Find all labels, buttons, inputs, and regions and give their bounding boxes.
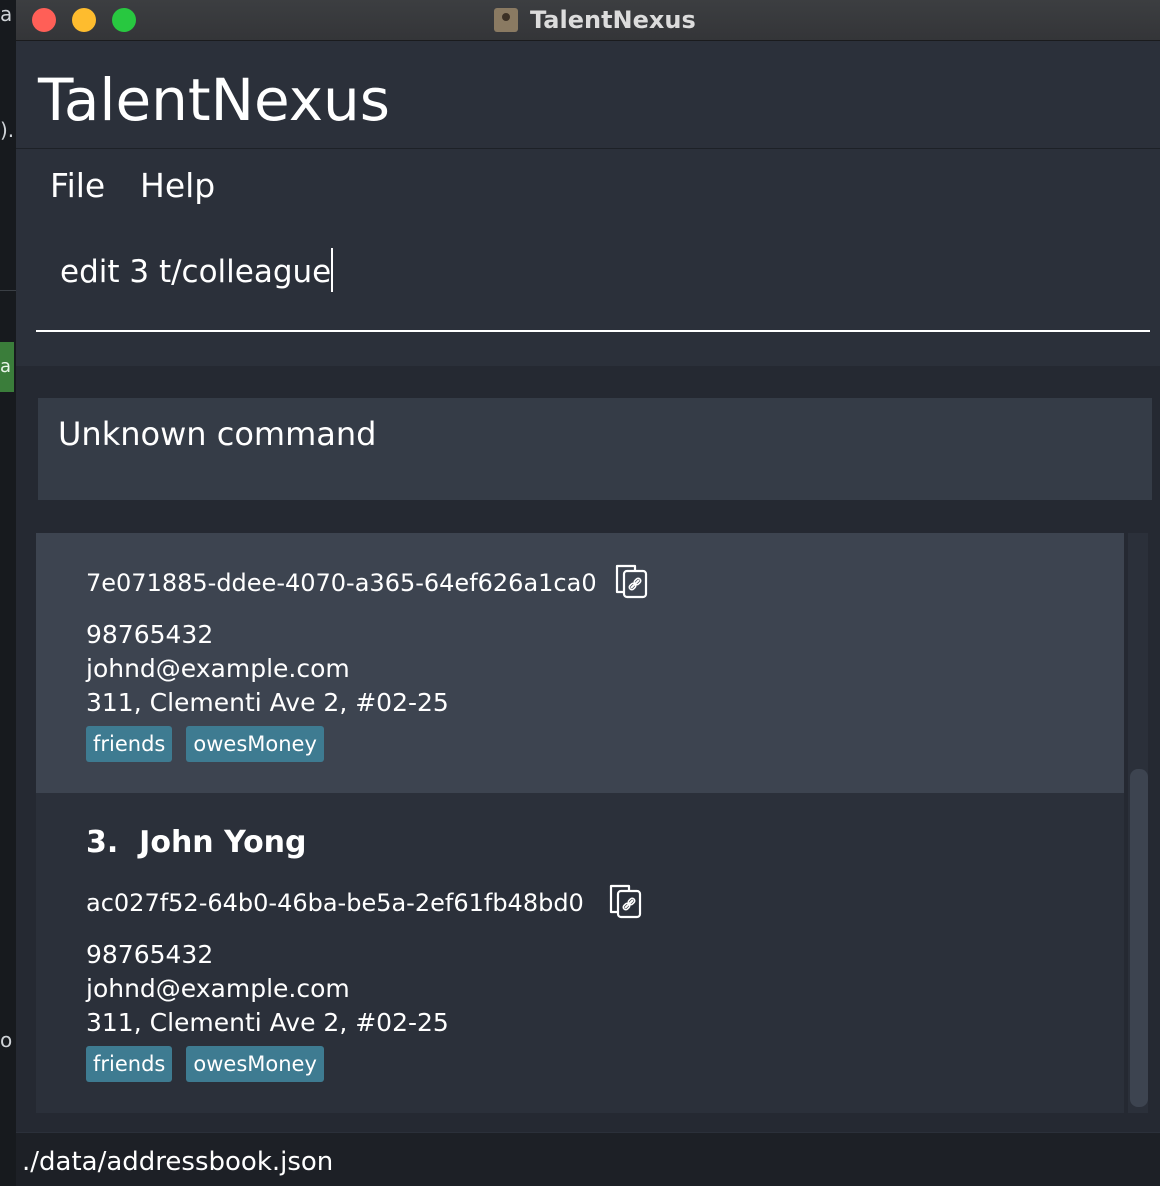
person-uuid: 7e071885-ddee-4070-a365-64ef626a1ca0 (86, 569, 597, 597)
person-uuid: ac027f52-64b0-46ba-be5a-2ef61fb48bd0 (86, 889, 584, 917)
person-list-scrollbar[interactable] (1128, 533, 1148, 1113)
copy-link-icon[interactable] (606, 881, 646, 921)
menu-bar: File Help (16, 150, 1160, 222)
text-caret (331, 247, 334, 292)
data-file-path: ./data/addressbook.json (22, 1147, 334, 1177)
desktop-divider (0, 290, 16, 291)
desktop-background: a ). a o (0, 0, 16, 1186)
scrollbar-thumb[interactable] (1130, 769, 1148, 1107)
command-input[interactable]: edit 3 t/colleague (36, 232, 1150, 332)
desktop-text-fragment: a (0, 2, 13, 26)
person-tags: friends owesMoney (86, 1046, 324, 1082)
result-display: Unknown command (38, 398, 1152, 500)
tag-owesmoney: owesMoney (186, 1046, 324, 1082)
minimize-window-button[interactable] (72, 8, 96, 32)
result-message: Unknown command (58, 415, 377, 453)
tag-friends: friends (86, 1046, 173, 1082)
menu-help[interactable]: Help (140, 164, 215, 208)
copy-link-icon[interactable] (612, 561, 652, 601)
person-name-text: John Yong (139, 825, 307, 860)
window-title-text: TalentNexus (530, 6, 696, 34)
zoom-window-button[interactable] (112, 8, 136, 32)
app-window: TalentNexus TalentNexus File Help edit 3… (16, 0, 1160, 1186)
app-contacts-icon (494, 8, 518, 32)
person-address: 311, Clementi Ave 2, #02-25 (86, 688, 449, 717)
desktop-text-fragment: ). (0, 118, 15, 142)
desktop-text-fragment: o (0, 1028, 13, 1052)
desktop-chip: a (0, 342, 14, 392)
command-box: edit 3 t/colleague (36, 232, 1154, 338)
person-list[interactable]: 7e071885-ddee-4070-a365-64ef626a1ca0 987… (36, 533, 1124, 1113)
app-header: TalentNexus (16, 48, 1160, 149)
person-index: 3. (86, 825, 119, 860)
app-name-heading: TalentNexus (38, 66, 391, 134)
status-bar: ./data/addressbook.json (16, 1133, 1160, 1186)
person-phone: 98765432 (86, 940, 214, 969)
person-phone: 98765432 (86, 620, 214, 649)
person-card[interactable]: 3. John Yong ac027f52-64b0-46ba-be5a-2ef… (36, 795, 1124, 1113)
tag-friends: friends (86, 726, 173, 762)
tag-owesmoney: owesMoney (186, 726, 324, 762)
person-email: johnd@example.com (86, 974, 350, 1003)
person-address: 311, Clementi Ave 2, #02-25 (86, 1008, 449, 1037)
window-title: TalentNexus (494, 6, 696, 34)
command-input-text: edit 3 t/colleague (60, 254, 332, 290)
person-tags: friends owesMoney (86, 726, 324, 762)
close-window-button[interactable] (32, 8, 56, 32)
window-titlebar[interactable]: TalentNexus (16, 0, 1160, 41)
person-card[interactable]: 7e071885-ddee-4070-a365-64ef626a1ca0 987… (36, 533, 1124, 793)
person-email: johnd@example.com (86, 654, 350, 683)
menu-file[interactable]: File (50, 164, 105, 208)
person-name: 3. John Yong (86, 823, 307, 863)
